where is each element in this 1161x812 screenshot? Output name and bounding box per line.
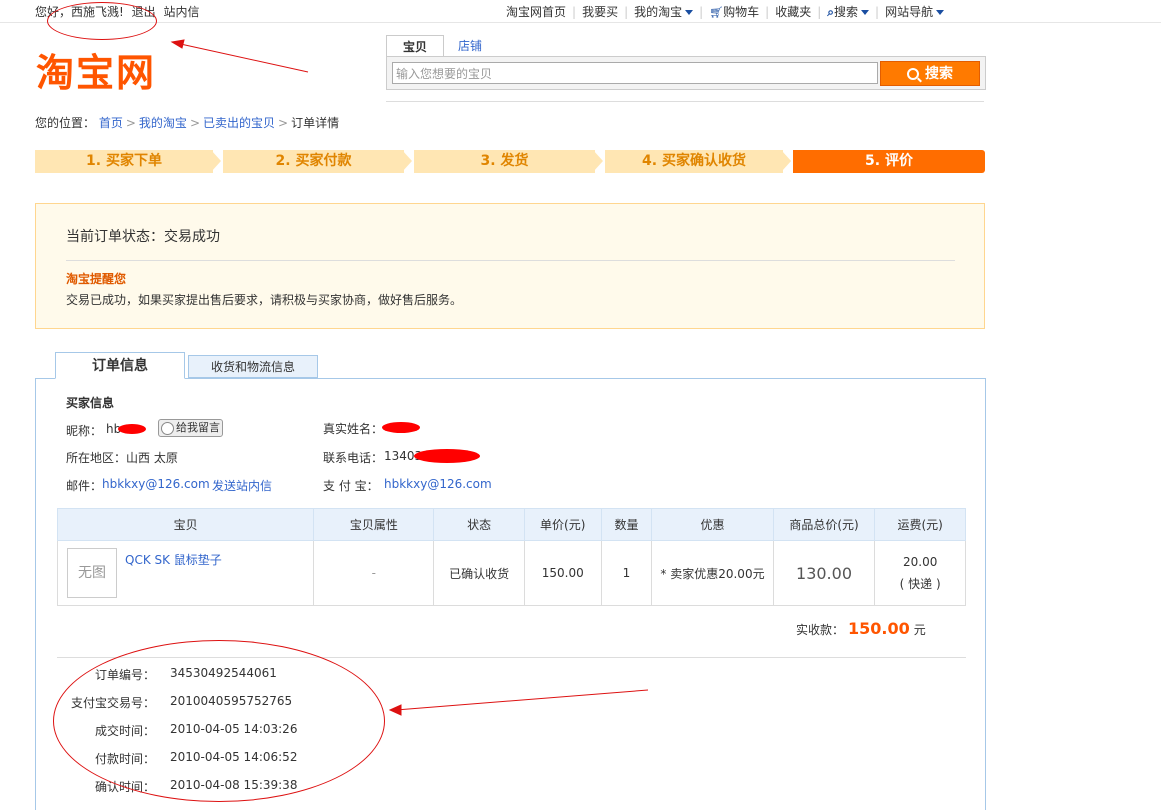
annotation-arrow: [175, 42, 309, 73]
annotation-arrowhead: [388, 704, 402, 716]
annotation-arrows: [170, 39, 649, 716]
tab-order-info[interactable]: 订单信息: [55, 352, 185, 379]
annotation-arrowhead: [170, 39, 185, 49]
annotation-arrow: [395, 689, 649, 711]
